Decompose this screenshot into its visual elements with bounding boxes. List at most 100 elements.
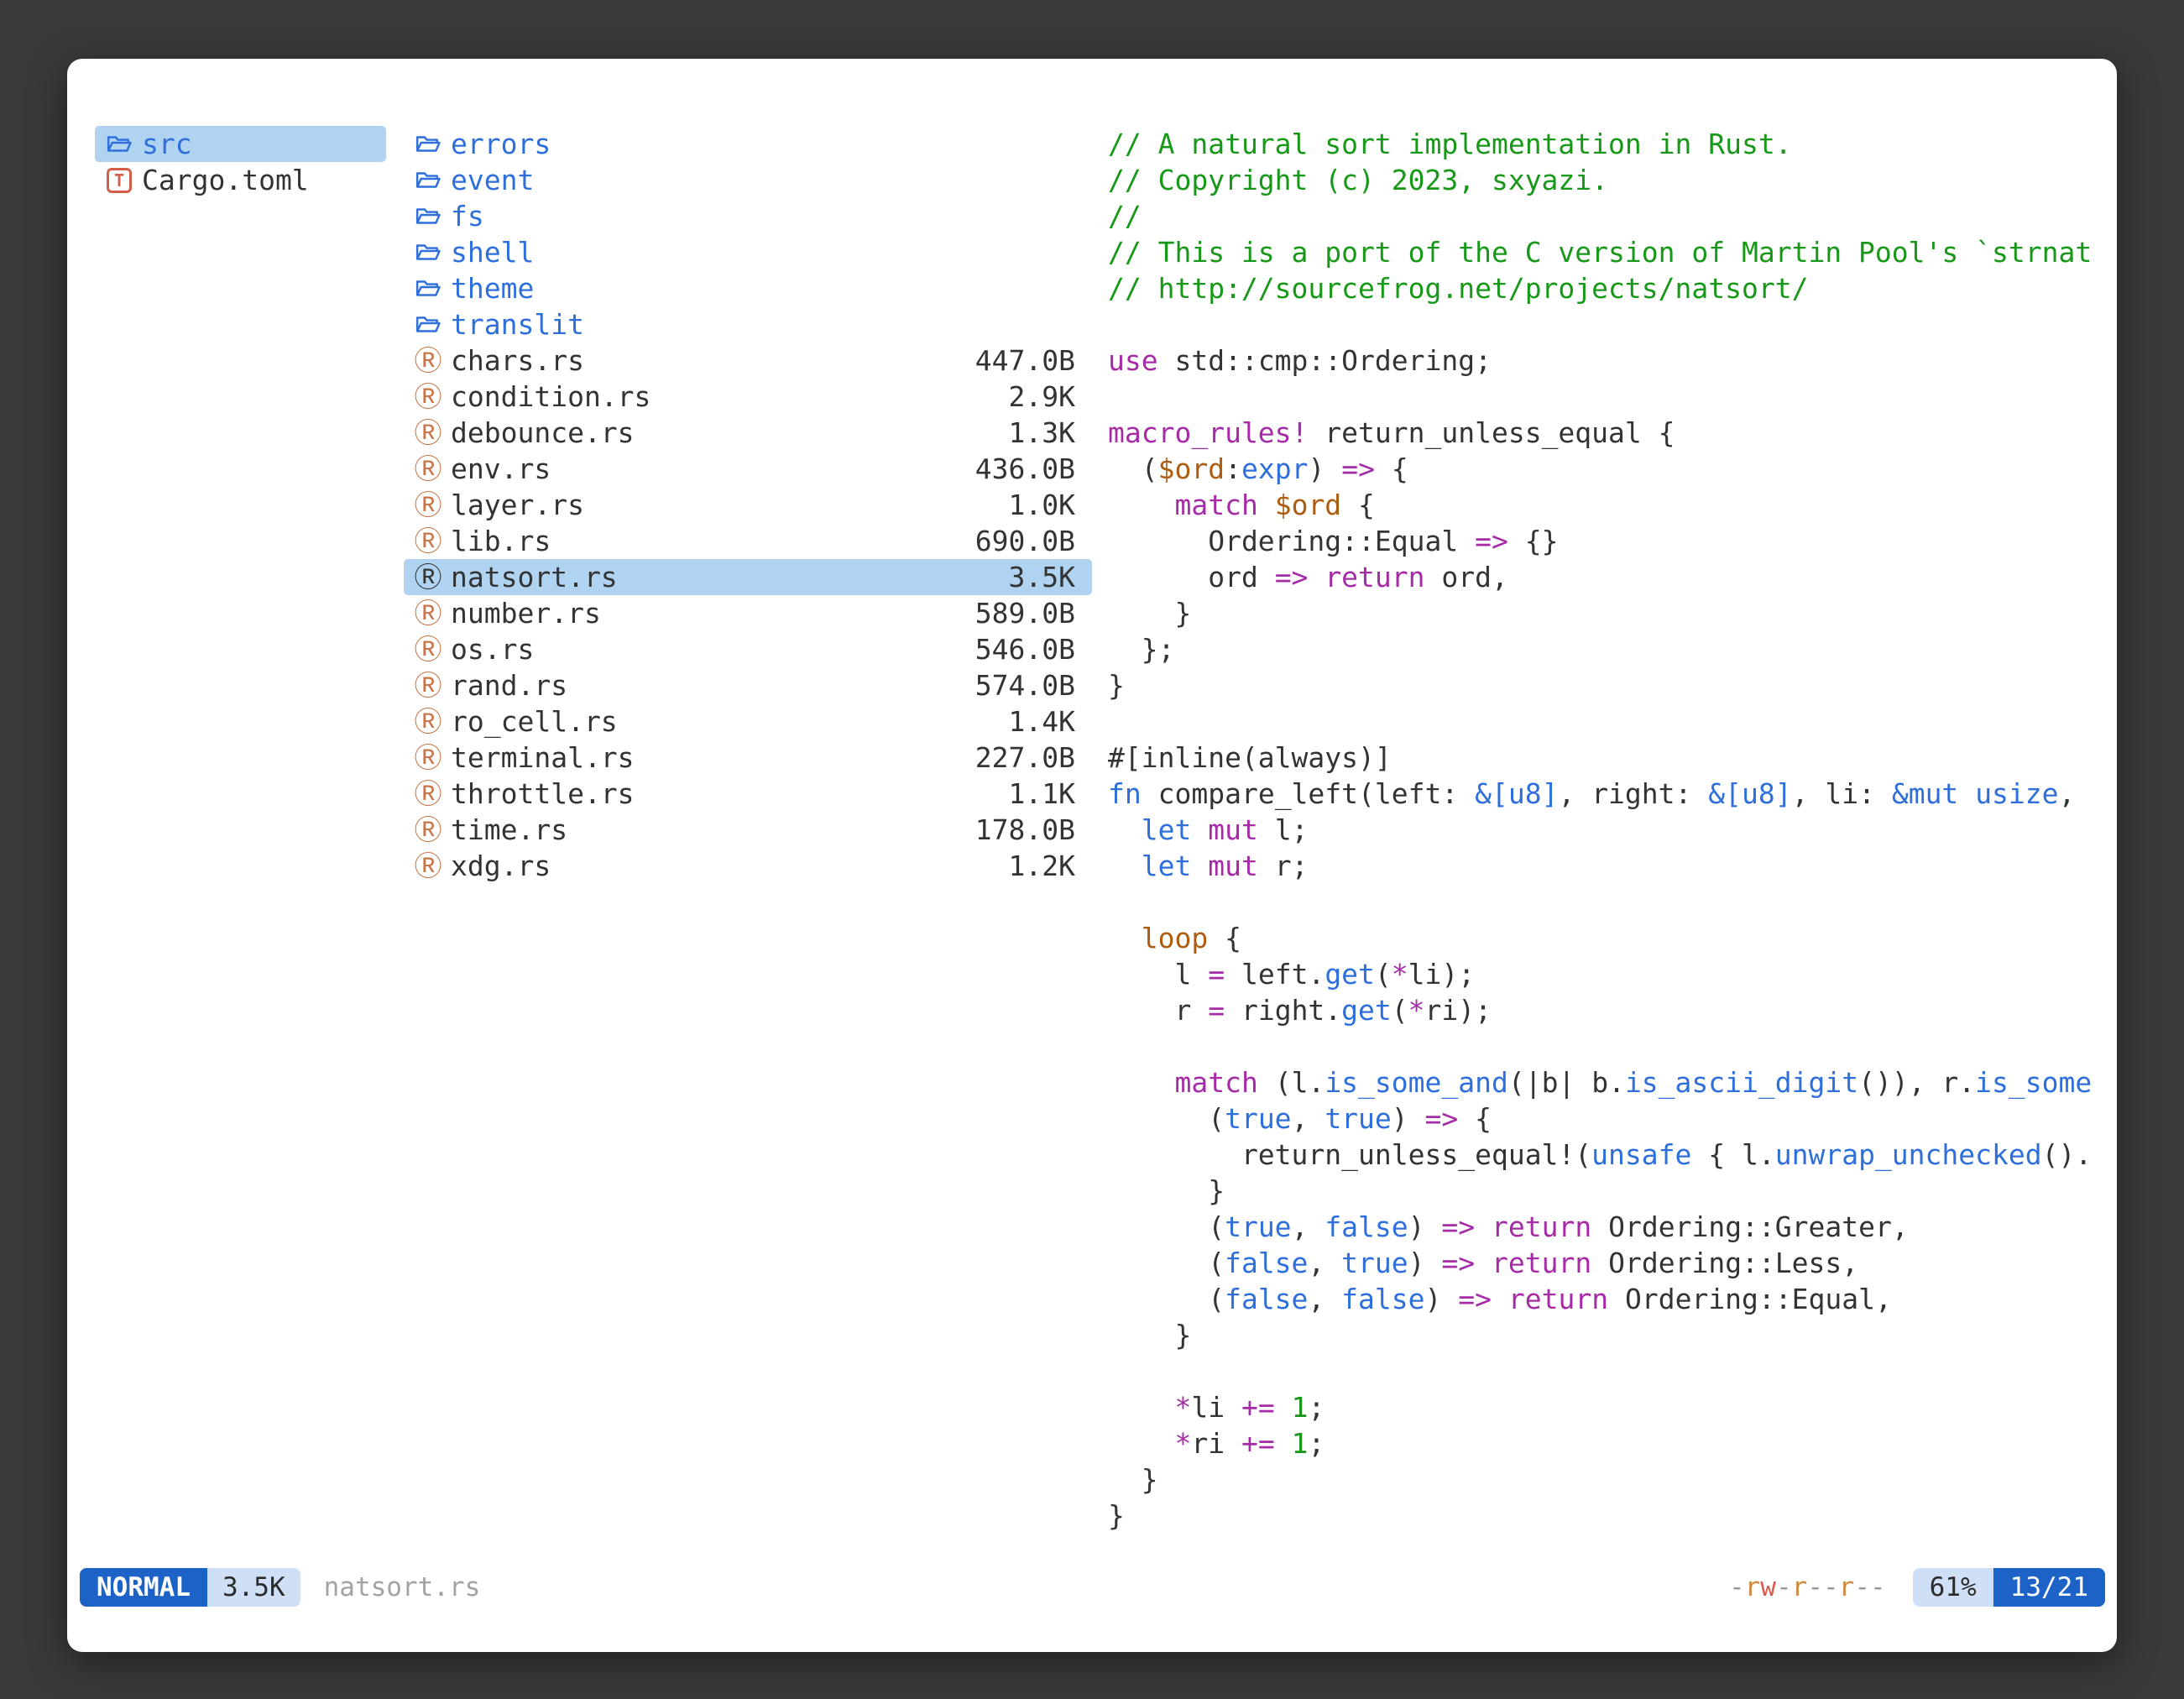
file-name: translit (451, 308, 584, 341)
file-row-fs[interactable]: fs (404, 198, 1092, 234)
file-row-number-rs[interactable]: Ⓡnumber.rs 589.0B (404, 595, 1092, 631)
file-name: ro_cell.rs (451, 705, 618, 738)
file-manager-window: srcTCargo.toml errors eventfsshellthemetr… (67, 59, 2117, 1652)
code-line: } (1108, 1498, 2097, 1534)
file-size: 589.0B (975, 597, 1075, 630)
file-row-condition-rs[interactable]: Ⓡcondition.rs2.9K (404, 379, 1092, 415)
code-line: r = right.get(*ri); (1108, 992, 2097, 1028)
rust-file-icon: Ⓡ (412, 527, 444, 555)
folder-open-icon (412, 205, 444, 227)
folder-open-icon (412, 133, 444, 155)
folder-open-icon (412, 277, 444, 300)
file-name: layer.rs (451, 489, 584, 521)
folder-open-icon (412, 169, 444, 191)
code-line: match $ord { (1108, 487, 2097, 523)
code-line: (false, false) => return Ordering::Equal… (1108, 1281, 2097, 1317)
file-row-env-rs[interactable]: Ⓡenv.rs 436.0B (404, 451, 1092, 487)
rust-file-icon: Ⓡ (412, 419, 444, 447)
file-size: 2.9K (1009, 380, 1075, 413)
code-line: loop { (1108, 920, 2097, 956)
file-name: terminal.rs (451, 741, 635, 774)
code-line: } (1108, 1173, 2097, 1209)
scroll-percent-chip: 61% (1913, 1568, 1993, 1607)
file-size: 227.0B (975, 741, 1075, 774)
file-row-xdg-rs[interactable]: Ⓡxdg.rs1.2K (404, 848, 1092, 884)
file-row-lib-rs[interactable]: Ⓡlib.rs 690.0B (404, 523, 1092, 559)
mode-badge: NORMAL (80, 1568, 207, 1607)
code-line: *ri += 1; (1108, 1425, 2097, 1461)
file-name: chars.rs (451, 344, 584, 377)
file-row-src[interactable]: src (95, 126, 386, 162)
code-line (1108, 884, 2097, 920)
file-name: lib.rs (451, 525, 551, 557)
code-line: // (1108, 198, 2097, 234)
current-pane: errorseventfsshellthemetranslitⓇchars.rs… (404, 126, 1092, 884)
code-line: (false, true) => return Ordering::Less, (1108, 1245, 2097, 1281)
code-line (1108, 306, 2097, 342)
file-name: Cargo.toml (142, 164, 309, 196)
file-row-Cargo-toml[interactable]: TCargo.toml (95, 162, 386, 198)
status-left: NORMAL 3.5K natsort.rs (80, 1568, 480, 1607)
code-line: match (l.is_some_and(|b| b.is_ascii_digi… (1108, 1064, 2097, 1100)
file-size-chip: 3.5K (207, 1568, 300, 1607)
code-line: l = left.get(*li); (1108, 956, 2097, 992)
rust-file-icon: Ⓡ (412, 563, 444, 591)
rust-file-icon: Ⓡ (412, 744, 444, 771)
file-row-terminal-rs[interactable]: Ⓡterminal.rs 227.0B (404, 740, 1092, 776)
file-name: condition.rs (451, 380, 650, 413)
file-name: debounce.rs (451, 416, 635, 449)
folder-open-icon (103, 133, 135, 155)
code-line: } (1108, 667, 2097, 703)
file-name: theme (451, 272, 534, 305)
file-row-debounce-rs[interactable]: Ⓡdebounce.rs1.3K (404, 415, 1092, 451)
code-line: // http://sourcefrog.net/projects/natsor… (1108, 270, 2097, 306)
file-row-errors[interactable]: errors (404, 126, 1092, 162)
code-line (1108, 703, 2097, 740)
code-line: } (1108, 1317, 2097, 1353)
file-name: env.rs (451, 452, 551, 485)
file-permissions: -rw-r--r-- (1729, 1572, 1886, 1602)
file-size: 1.4K (1009, 705, 1075, 738)
code-line: *li += 1; (1108, 1389, 2097, 1425)
cursor-position-chip: 13/21 (1993, 1568, 2105, 1607)
file-row-os-rs[interactable]: Ⓡos.rs546.0B (404, 631, 1092, 667)
file-row-chars-rs[interactable]: Ⓡchars.rs447.0B (404, 342, 1092, 379)
code-line: } (1108, 595, 2097, 631)
code-line: }; (1108, 631, 2097, 667)
file-size: 1.2K (1009, 850, 1075, 882)
status-filename: natsort.rs (324, 1572, 481, 1602)
status-bar: NORMAL 3.5K natsort.rs -rw-r--r-- 61% 13… (80, 1567, 2105, 1608)
code-line: fn compare_left(left: &[u8], right: &[u8… (1108, 776, 2097, 812)
file-row-ro_cell-rs[interactable]: Ⓡro_cell.rs1.4K (404, 703, 1092, 740)
code-line: macro_rules! return_unless_equal { (1108, 415, 2097, 451)
file-name: errors (451, 128, 551, 160)
file-row-throttle-rs[interactable]: Ⓡthrottle.rs1.1K (404, 776, 1092, 812)
code-line: (true, true) => { (1108, 1100, 2097, 1137)
file-size: 178.0B (975, 813, 1075, 846)
rust-file-icon: Ⓡ (412, 599, 444, 627)
code-line: let mut l; (1108, 812, 2097, 848)
file-size: 1.1K (1009, 777, 1075, 810)
file-row-shell[interactable]: shell (404, 234, 1092, 270)
file-row-translit[interactable]: translit (404, 306, 1092, 342)
file-name: number.rs (451, 597, 601, 630)
rust-file-icon: Ⓡ (412, 455, 444, 483)
file-row-theme[interactable]: theme (404, 270, 1092, 306)
file-row-rand-rs[interactable]: Ⓡrand.rs574.0B (404, 667, 1092, 703)
rust-file-icon: Ⓡ (412, 635, 444, 663)
file-size: 690.0B (975, 525, 1075, 557)
file-name: xdg.rs (451, 850, 551, 882)
file-row-layer-rs[interactable]: Ⓡlayer.rs1.0K (404, 487, 1092, 523)
file-size: 436.0B (975, 452, 1075, 485)
code-line: ($ord:expr) => { (1108, 451, 2097, 487)
file-name: event (451, 164, 534, 196)
file-row-natsort-rs[interactable]: Ⓡnatsort.rs3.5K (404, 559, 1092, 595)
code-line: #[inline(always)] (1108, 740, 2097, 776)
code-line (1108, 1353, 2097, 1389)
folder-open-icon (412, 241, 444, 264)
code-line: Ordering::Equal => {} (1108, 523, 2097, 559)
parent-pane: srcTCargo.toml (95, 126, 386, 198)
file-row-time-rs[interactable]: Ⓡtime.rs178.0B (404, 812, 1092, 848)
file-row-event[interactable]: event (404, 162, 1092, 198)
file-size: 1.0K (1009, 489, 1075, 521)
